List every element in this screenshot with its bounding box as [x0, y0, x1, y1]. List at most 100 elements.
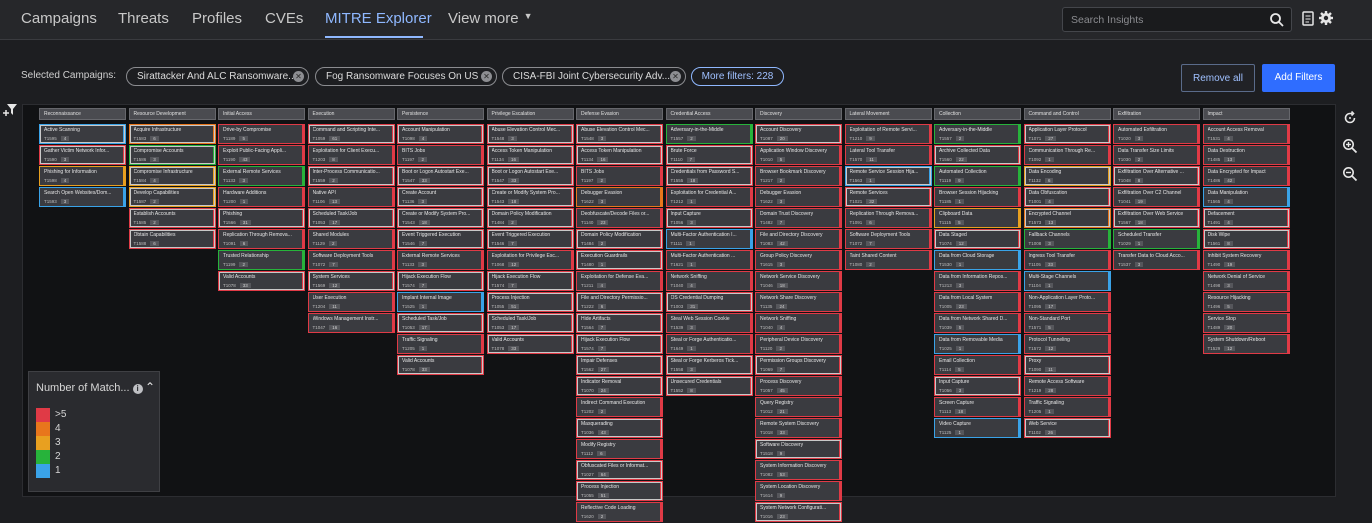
technique-cell[interactable]: Compromise Infrastructure T1584 4 [128, 166, 216, 186]
tab-view-more[interactable]: View more ▼ [448, 10, 533, 27]
technique-cell[interactable]: Steal or Forge Authenticatio... T1649 1 [665, 334, 753, 354]
technique-cell[interactable]: Video Capture T1125 1 [934, 418, 1021, 438]
technique-cell[interactable]: External Remote Services T1133 3 [397, 250, 484, 270]
technique-cell[interactable]: Active Scanning T1595 4 [39, 124, 126, 144]
technique-cell[interactable]: Exploitation of Remote Servi... T1210 9 [844, 124, 932, 144]
technique-cell[interactable]: Windows Management Instr... T1047 16 [307, 313, 395, 333]
tab-threats[interactable]: Threats [118, 10, 169, 27]
technique-cell[interactable]: Encrypted Channel T1573 13 [1023, 208, 1111, 228]
tab-profiles[interactable]: Profiles [192, 10, 242, 27]
technique-cell[interactable]: Email Collection T1114 5 [934, 355, 1021, 375]
technique-cell[interactable]: Data from Network Shared D... T1039 5 [934, 313, 1021, 333]
technique-cell[interactable]: Network Denial of Service T1498 3 [1202, 271, 1290, 291]
technique-cell[interactable]: Lateral Tool Transfer T1570 11 [844, 145, 932, 165]
document-icon[interactable] [1302, 11, 1315, 26]
technique-cell[interactable]: Taint Shared Content T1080 2 [844, 250, 932, 270]
tactic-header[interactable]: Defense Evasion [576, 108, 663, 120]
technique-cell[interactable]: Account Manipulation T1098 4 [397, 124, 484, 144]
technique-cell[interactable]: Hardware Additions T1200 1 [218, 187, 305, 207]
tactic-header[interactable]: Exfiltration [1113, 108, 1200, 120]
technique-cell[interactable]: Resource Hijacking T1496 5 [1202, 292, 1290, 312]
technique-cell[interactable]: System Network Configurati... T1016 23 [755, 502, 842, 522]
technique-cell[interactable]: Native API T1106 13 [307, 187, 395, 207]
campaign-chip-1[interactable]: Sirattacker And ALC Ransomware... ✕ [126, 67, 309, 86]
tab-cves[interactable]: CVEs [265, 10, 303, 27]
technique-cell[interactable]: Hijack Execution Flow T1574 7 [486, 271, 574, 291]
technique-cell[interactable]: BITS Jobs T1197 2 [397, 145, 484, 165]
technique-cell[interactable]: Masquerading T1036 43 [576, 418, 663, 438]
technique-cell[interactable]: Unsecured Credentials T1552 8 [665, 376, 753, 396]
technique-cell[interactable]: Trusted Relationship T1199 2 [218, 250, 305, 270]
technique-cell[interactable]: Network Sniffing T1040 4 [665, 271, 753, 291]
technique-cell[interactable]: System Location Discovery T1614 9 [755, 481, 842, 501]
technique-cell[interactable]: Service Stop T1489 20 [1202, 313, 1290, 333]
technique-cell[interactable]: Web Service T1102 26 [1023, 418, 1111, 438]
technique-cell[interactable]: Access Token Manipulation T1134 16 [486, 145, 574, 165]
technique-cell[interactable]: Screen Capture T1113 18 [934, 397, 1021, 417]
technique-cell[interactable]: Valid Accounts T1078 33 [218, 271, 305, 291]
technique-cell[interactable]: Adversary-in-the-Middle T1557 2 [934, 124, 1021, 144]
technique-cell[interactable]: Automated Collection T1119 9 [934, 166, 1021, 186]
technique-cell[interactable]: Reflective Code Loading T1620 2 [576, 502, 663, 522]
technique-cell[interactable]: Exploitation for Privilege Esc... T1068 12 [486, 250, 574, 270]
technique-cell[interactable]: Traffic Signaling T1205 1 [397, 334, 484, 354]
reset-view-icon[interactable] [1342, 110, 1358, 126]
technique-cell[interactable]: Remote System Discovery T1018 33 [755, 418, 842, 438]
technique-cell[interactable]: Input Capture T1056 3 [665, 208, 753, 228]
technique-cell[interactable]: External Remote Services T1133 3 [218, 166, 305, 186]
technique-cell[interactable]: Command and Scripting Inte... T1059 61 [307, 124, 395, 144]
campaign-chip-3[interactable]: CISA-FBI Joint Cybersecurity Adv... ✕ [502, 67, 686, 86]
technique-cell[interactable]: Permission Groups Discovery T1069 7 [755, 355, 842, 375]
technique-cell[interactable]: Exfiltration Over Alternative ... T1048 8 [1113, 166, 1200, 186]
close-icon[interactable]: ✕ [481, 71, 492, 82]
technique-cell[interactable]: Application Layer Protocol T1071 27 [1023, 124, 1111, 144]
technique-cell[interactable]: Steal or Forge Kerberos Tick... T1558 3 [665, 355, 753, 375]
technique-cell[interactable]: Automated Exfiltration T1020 3 [1113, 124, 1200, 144]
remove-all-button[interactable]: Remove all [1181, 64, 1255, 92]
technique-cell[interactable]: Disk Wipe T1561 8 [1202, 229, 1290, 249]
technique-cell[interactable]: Exfiltration Over Web Service T1567 18 [1113, 208, 1200, 228]
technique-cell[interactable]: Create Account T1136 3 [397, 187, 484, 207]
technique-cell[interactable]: Event Triggered Execution T1546 7 [397, 229, 484, 249]
technique-cell[interactable]: OS Credential Dumping T1003 31 [665, 292, 753, 312]
technique-cell[interactable]: Adversary-in-the-Middle T1557 2 [665, 124, 753, 144]
technique-cell[interactable]: File and Directory Permissio... T1222 6 [576, 292, 663, 312]
technique-cell[interactable]: Event Triggered Execution T1546 7 [486, 229, 574, 249]
technique-cell[interactable]: Account Discovery T1087 20 [755, 124, 842, 144]
technique-cell[interactable]: Inter-Process Communicatio... T1559 2 [307, 166, 395, 186]
filter-add-icon[interactable] [2, 103, 18, 117]
technique-cell[interactable]: Valid Accounts T1078 33 [397, 355, 484, 375]
chevron-up-icon[interactable]: ⌃ [145, 380, 155, 394]
tactic-header[interactable]: Credential Access [665, 108, 753, 120]
technique-cell[interactable]: System Information Discovery T1082 53 [755, 460, 842, 480]
technique-cell[interactable]: Account Access Removal T1531 4 [1202, 124, 1290, 144]
add-filters-button[interactable]: Add Filters [1262, 64, 1335, 92]
technique-cell[interactable]: Remote Services T1021 32 [844, 187, 932, 207]
technique-cell[interactable]: Deobfuscate/Decode Files or... T1140 23 [576, 208, 663, 228]
technique-cell[interactable]: Transfer Data to Cloud Acco... T1537 3 [1113, 250, 1200, 270]
technique-cell[interactable]: Brute Force T1110 7 [665, 145, 753, 165]
technique-cell[interactable]: System Shutdown/Reboot T1529 12 [1202, 334, 1290, 354]
technique-cell[interactable]: Input Capture T1056 3 [934, 376, 1021, 396]
technique-cell[interactable]: Indirect Command Execution T1202 2 [576, 397, 663, 417]
technique-cell[interactable]: Software Deployment Tools T1072 7 [307, 250, 395, 270]
technique-cell[interactable]: Defacement T1491 4 [1202, 208, 1290, 228]
technique-cell[interactable]: Multi-Factor Authentication I... T1111 1 [665, 229, 753, 249]
technique-cell[interactable]: Abuse Elevation Control Mec... T1548 3 [486, 124, 574, 144]
technique-cell[interactable]: Exploitation for Client Execu... T1203 8 [307, 145, 395, 165]
technique-cell[interactable]: Query Registry T1012 21 [755, 397, 842, 417]
tactic-header[interactable]: Command and Control [1023, 108, 1111, 120]
gear-icon[interactable] [1318, 10, 1334, 26]
search-icon[interactable] [1269, 12, 1285, 28]
technique-cell[interactable]: Process Injection T1055 51 [486, 292, 574, 312]
tactic-header[interactable]: Discovery [755, 108, 842, 120]
technique-cell[interactable]: Data from Information Repos... T1213 3 [934, 271, 1021, 291]
tactic-header[interactable]: Collection [934, 108, 1021, 120]
technique-cell[interactable]: Data Staged T1074 12 [934, 229, 1021, 249]
technique-cell[interactable]: Replication Through Remova... T1091 6 [844, 208, 932, 228]
tactic-header[interactable]: Persistence [397, 108, 484, 120]
technique-cell[interactable]: Traffic Signaling T1205 1 [1023, 397, 1111, 417]
technique-cell[interactable]: Proxy T1090 11 [1023, 355, 1111, 375]
technique-cell[interactable]: Debugger Evasion T1622 3 [576, 187, 663, 207]
technique-cell[interactable]: Data Destruction T1485 13 [1202, 145, 1290, 165]
